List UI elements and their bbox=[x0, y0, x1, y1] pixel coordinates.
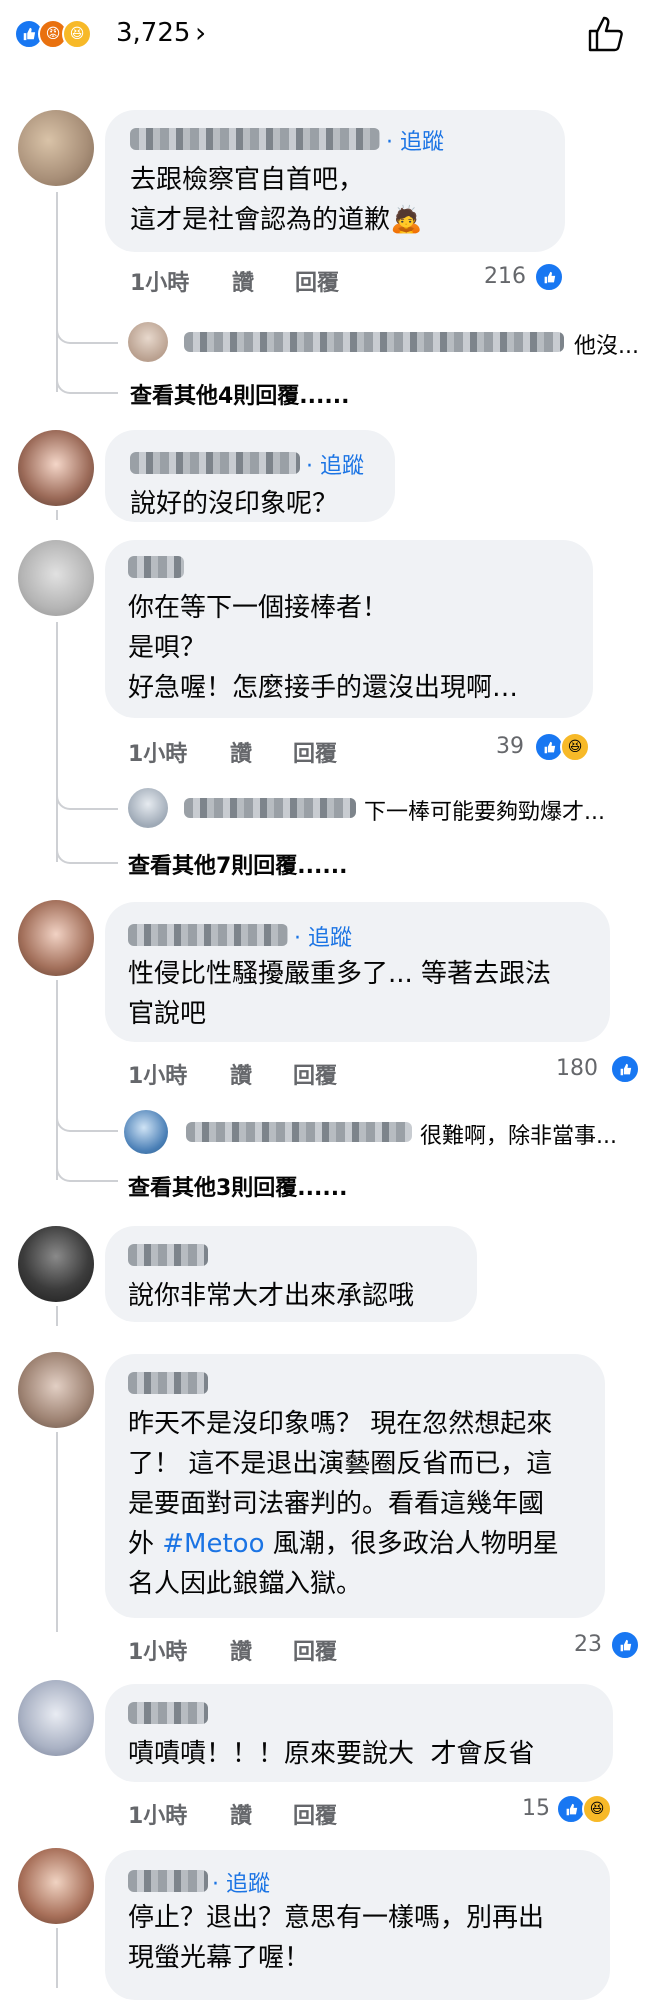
reply-connector bbox=[56, 362, 118, 394]
follow-link[interactable]: · 追蹤 bbox=[386, 124, 444, 156]
reply-connector bbox=[56, 832, 118, 864]
avatar[interactable] bbox=[124, 1110, 168, 1154]
view-more-replies[interactable]: 查看其他7則回覆...... bbox=[128, 848, 347, 880]
thread-line bbox=[56, 1306, 58, 1326]
commenter-name[interactable] bbox=[130, 452, 300, 474]
reply-preview[interactable]: 很難啊，除非當事... bbox=[420, 1118, 617, 1150]
haha-icon: 😆 bbox=[560, 732, 590, 762]
like-action[interactable]: 讚 bbox=[232, 265, 254, 297]
comment-text: 說好的沒印象呢？ bbox=[130, 489, 339, 519]
reply-action[interactable]: 回覆 bbox=[293, 736, 337, 768]
replier-name[interactable] bbox=[184, 798, 356, 818]
like-count[interactable]: 23 bbox=[574, 1632, 602, 1657]
reply-action[interactable]: 回覆 bbox=[295, 265, 339, 297]
chevron-right-icon[interactable]: › bbox=[195, 16, 206, 49]
reactions-bar[interactable]: 😡 😆 3,725 › bbox=[0, 0, 656, 70]
comment-text: 嘖嘖嘖！！！原來要說大 才會反省 bbox=[128, 1739, 535, 1769]
view-more-replies[interactable]: 查看其他3則回覆...... bbox=[128, 1170, 347, 1202]
reply-connector bbox=[56, 780, 118, 810]
commenter-name[interactable] bbox=[128, 924, 288, 946]
commenter-name[interactable] bbox=[128, 1702, 208, 1724]
view-more-replies[interactable]: 查看其他4則回覆...... bbox=[130, 378, 349, 410]
comment-text: 說你非常大才出來承認哦 bbox=[128, 1281, 415, 1311]
commenter-name[interactable] bbox=[128, 556, 184, 578]
like-action[interactable]: 讚 bbox=[230, 1634, 252, 1666]
comment-text: 去跟檢察官自首吧， 這才是社會認為的道歉🙇 bbox=[130, 165, 423, 235]
comment-text: 昨天不是沒印象嗎？ 現在忽然想起來 了！ 這不是退出演藝圈反省而已，這 是要面對… bbox=[128, 1409, 559, 1599]
replier-name[interactable] bbox=[186, 1122, 412, 1142]
reply-action[interactable]: 回覆 bbox=[293, 1058, 337, 1090]
like-count[interactable]: 180 bbox=[556, 1056, 598, 1081]
hashtag-link[interactable]: #Metoo bbox=[162, 1529, 264, 1559]
like-action[interactable]: 讚 bbox=[230, 736, 252, 768]
thread-line bbox=[56, 1928, 58, 1988]
comment-text: 性侵比性騷擾嚴重多了... 等著去跟法 官說吧 bbox=[128, 959, 552, 1029]
comment-time[interactable]: 1小時 bbox=[128, 1798, 187, 1830]
comment-time[interactable]: 1小時 bbox=[128, 1634, 187, 1666]
commenter-name[interactable] bbox=[128, 1244, 208, 1266]
avatar[interactable] bbox=[18, 540, 94, 616]
avatar[interactable] bbox=[18, 1680, 94, 1756]
comment-text: 停止？退出？意思有一樣嗎，別再出 現螢光幕了喔！ bbox=[128, 1903, 545, 1973]
avatar[interactable] bbox=[128, 322, 168, 362]
thread-line bbox=[56, 622, 58, 862]
avatar[interactable] bbox=[18, 1226, 94, 1302]
reply-connector bbox=[56, 1150, 118, 1182]
replier-name[interactable] bbox=[184, 332, 564, 352]
commenter-name[interactable] bbox=[128, 1870, 208, 1892]
like-icon bbox=[610, 1630, 640, 1660]
like-count[interactable]: 15 bbox=[522, 1796, 550, 1821]
avatar[interactable] bbox=[18, 900, 94, 976]
comment-text: 你在等下一個接棒者！ 是唄？ 好急喔！怎麼接手的還沒出現啊… bbox=[128, 593, 519, 703]
follow-link[interactable]: · 追蹤 bbox=[306, 448, 364, 480]
like-count[interactable]: 39 bbox=[496, 734, 524, 759]
like-icon bbox=[534, 262, 564, 292]
reply-preview[interactable]: 下一棒可能要夠勁爆才... bbox=[364, 794, 605, 826]
follow-link[interactable]: · 追蹤 bbox=[294, 920, 352, 952]
like-button-icon[interactable] bbox=[586, 14, 626, 54]
comment-time[interactable]: 1小時 bbox=[128, 1058, 187, 1090]
haha-icon: 😆 bbox=[582, 1794, 612, 1824]
commenter-name[interactable] bbox=[130, 128, 380, 150]
reply-connector bbox=[56, 310, 118, 344]
avatar[interactable] bbox=[128, 788, 168, 828]
like-action[interactable]: 讚 bbox=[230, 1798, 252, 1830]
reply-action[interactable]: 回覆 bbox=[293, 1634, 337, 1666]
thread-line bbox=[56, 1432, 58, 1632]
reaction-count[interactable]: 3,725 bbox=[116, 18, 190, 48]
reply-action[interactable]: 回覆 bbox=[293, 1798, 337, 1830]
avatar[interactable] bbox=[18, 1352, 94, 1428]
avatar[interactable] bbox=[18, 110, 94, 186]
commenter-name[interactable] bbox=[128, 1372, 208, 1394]
like-action[interactable]: 讚 bbox=[230, 1058, 252, 1090]
like-count[interactable]: 216 bbox=[484, 264, 526, 289]
reply-connector bbox=[56, 1100, 118, 1132]
thread-line bbox=[56, 510, 58, 520]
haha-icon: 😆 bbox=[62, 19, 92, 49]
like-icon bbox=[610, 1054, 640, 1084]
comment-time[interactable]: 1小時 bbox=[130, 265, 189, 297]
avatar[interactable] bbox=[18, 430, 94, 506]
reply-preview[interactable]: 他沒... bbox=[574, 328, 639, 360]
comment-time[interactable]: 1小時 bbox=[128, 736, 187, 768]
avatar[interactable] bbox=[18, 1848, 94, 1924]
follow-link[interactable]: · 追蹤 bbox=[212, 1866, 270, 1898]
